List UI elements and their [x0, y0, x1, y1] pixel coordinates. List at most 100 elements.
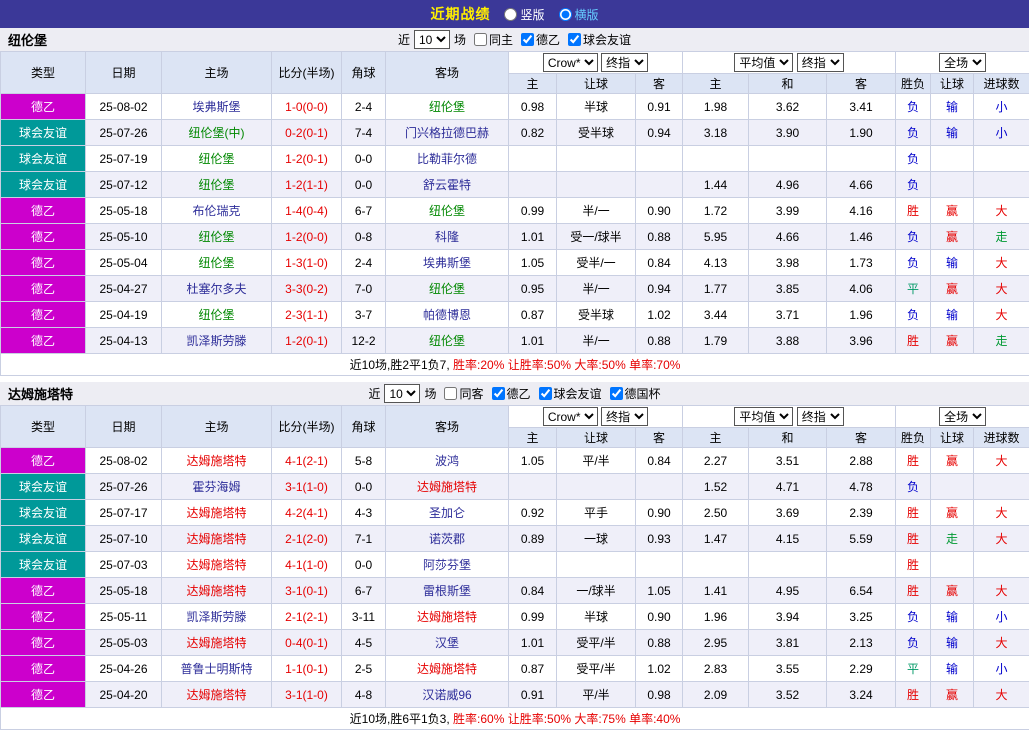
- home-team-link[interactable]: 达姆施塔特: [161, 681, 272, 708]
- home-team-link[interactable]: 纽伦堡: [161, 249, 272, 276]
- away-team-link[interactable]: 舒云霍特: [385, 171, 509, 198]
- away-team-link[interactable]: 纽伦堡: [385, 93, 509, 120]
- bookmaker-select[interactable]: Crow*: [542, 407, 598, 426]
- corner-count: 2-4: [341, 93, 386, 120]
- away-team-link[interactable]: 纽伦堡: [385, 327, 509, 354]
- same-home-checkbox[interactable]: [473, 33, 487, 46]
- score-halftime-link[interactable]: 3-1(1-0): [271, 681, 342, 708]
- home-team-link[interactable]: 纽伦堡: [161, 301, 272, 328]
- away-team-link[interactable]: 雷根斯堡: [385, 577, 509, 604]
- score-halftime-link[interactable]: 1-0(0-0): [271, 93, 342, 120]
- home-team-link[interactable]: 普鲁士明斯特: [161, 655, 272, 682]
- eu-index-select[interactable]: 终指: [796, 53, 844, 72]
- vertical-radio-input[interactable]: [504, 7, 518, 21]
- filter-league-de2[interactable]: 德乙: [488, 385, 531, 402]
- home-team-link[interactable]: 达姆施塔特: [161, 629, 272, 656]
- score-halftime-link[interactable]: 1-1(0-1): [271, 655, 342, 682]
- corner-count: 2-5: [341, 655, 386, 682]
- score-halftime-link[interactable]: 1-2(0-0): [271, 223, 342, 250]
- home-team-link[interactable]: 达姆施塔特: [161, 499, 272, 526]
- asia-index-select[interactable]: 终指: [601, 407, 649, 426]
- filter-league-de2[interactable]: 德乙: [517, 31, 560, 48]
- asia-index-select[interactable]: 终指: [601, 53, 649, 72]
- home-team-link[interactable]: 纽伦堡: [161, 171, 272, 198]
- club-friendly-checkbox[interactable]: [568, 33, 582, 46]
- score-halftime-link[interactable]: 2-3(1-1): [271, 301, 342, 328]
- scope-select[interactable]: 全场: [939, 407, 987, 426]
- match-date: 25-07-17: [85, 499, 162, 526]
- filter-club-friendly[interactable]: 球会友谊: [564, 31, 631, 48]
- eu-avg-select[interactable]: 平均值: [734, 407, 794, 426]
- away-team-link[interactable]: 纽伦堡: [385, 197, 509, 224]
- horizontal-radio-input[interactable]: [558, 7, 572, 21]
- filter-same-away[interactable]: 同客: [440, 385, 484, 402]
- home-team-link[interactable]: 埃弗斯堡: [161, 93, 272, 120]
- score-halftime-link[interactable]: 0-2(0-1): [271, 119, 342, 146]
- score-halftime-link[interactable]: 1-2(0-1): [271, 145, 342, 172]
- de2-checkbox[interactable]: [521, 33, 534, 46]
- home-team-link[interactable]: 凯泽斯劳滕: [161, 603, 272, 630]
- away-team-link[interactable]: 帕德博恩: [385, 301, 509, 328]
- layout-vertical-radio[interactable]: 竖版: [504, 6, 545, 23]
- away-team-link[interactable]: 达姆施塔特: [385, 655, 509, 682]
- bookmaker-select[interactable]: Crow*: [542, 53, 598, 72]
- score-halftime-link[interactable]: 1-2(0-1): [271, 327, 342, 354]
- away-team-link[interactable]: 波鸿: [385, 447, 509, 474]
- away-team-link[interactable]: 阿莎芬堡: [385, 551, 509, 578]
- home-team-link[interactable]: 杜塞尔多夫: [161, 275, 272, 302]
- score-halftime-link[interactable]: 2-1(2-1): [271, 603, 342, 630]
- home-team-link[interactable]: 达姆施塔特: [161, 551, 272, 578]
- score-halftime-link[interactable]: 3-1(0-1): [271, 577, 342, 604]
- eu-odds-draw: 4.96: [748, 171, 828, 198]
- away-team-link[interactable]: 汉诺威96: [385, 681, 509, 708]
- home-team-link[interactable]: 达姆施塔特: [161, 525, 272, 552]
- asia-handicap: 半/一: [556, 327, 636, 354]
- away-team-link[interactable]: 比勒菲尔德: [385, 145, 509, 172]
- scope-select[interactable]: 全场: [939, 53, 987, 72]
- filter-same-home[interactable]: 同主: [470, 31, 513, 48]
- match-date: 25-05-18: [85, 577, 162, 604]
- eu-odds-away: 3.24: [826, 681, 897, 708]
- home-team-link[interactable]: 霍芬海姆: [161, 473, 272, 500]
- german-cup-checkbox[interactable]: [609, 387, 623, 400]
- score-halftime-link[interactable]: 4-1(1-0): [271, 551, 342, 578]
- home-team-link[interactable]: 达姆施塔特: [161, 577, 272, 604]
- filter-club-friendly[interactable]: 球会友谊: [535, 385, 602, 402]
- home-team-link[interactable]: 达姆施塔特: [161, 447, 272, 474]
- corner-count: 7-0: [341, 275, 386, 302]
- same-away-checkbox[interactable]: [444, 387, 458, 400]
- away-team-link[interactable]: 埃弗斯堡: [385, 249, 509, 276]
- recent-count-select[interactable]: 10: [384, 384, 421, 403]
- away-team-link[interactable]: 达姆施塔特: [385, 603, 509, 630]
- filter-german-cup[interactable]: 德国杯: [606, 385, 661, 402]
- recent-count-select[interactable]: 10: [413, 30, 450, 49]
- de2-checkbox[interactable]: [491, 387, 505, 400]
- score-halftime-link[interactable]: 3-1(1-0): [271, 473, 342, 500]
- eu-odds-home: 2.27: [682, 447, 750, 474]
- home-team-link[interactable]: 纽伦堡: [161, 145, 272, 172]
- layout-horizontal-radio[interactable]: 横版: [558, 6, 599, 23]
- home-team-link[interactable]: 凯泽斯劳滕: [161, 327, 272, 354]
- away-team-link[interactable]: 科隆: [385, 223, 509, 250]
- score-halftime-link[interactable]: 3-3(0-2): [271, 275, 342, 302]
- away-team-link[interactable]: 圣加仑: [385, 499, 509, 526]
- club-friendly-checkbox[interactable]: [538, 387, 552, 400]
- home-team-link[interactable]: 纽伦堡: [161, 223, 272, 250]
- score-halftime-link[interactable]: 1-4(0-4): [271, 197, 342, 224]
- score-halftime-link[interactable]: 4-1(2-1): [271, 447, 342, 474]
- score-halftime-link[interactable]: 1-2(1-1): [271, 171, 342, 198]
- home-team-link[interactable]: 布伦瑞克: [161, 197, 272, 224]
- home-team-link[interactable]: 纽伦堡(中): [161, 119, 272, 146]
- eu-index-select[interactable]: 终指: [796, 407, 844, 426]
- score-halftime-link[interactable]: 2-1(2-0): [271, 525, 342, 552]
- away-team-link[interactable]: 达姆施塔特: [385, 473, 509, 500]
- eu-avg-select[interactable]: 平均值: [734, 53, 794, 72]
- away-team-link[interactable]: 纽伦堡: [385, 275, 509, 302]
- league-type-badge: 德乙: [0, 301, 86, 328]
- away-team-link[interactable]: 门兴格拉德巴赫: [385, 119, 509, 146]
- score-halftime-link[interactable]: 4-2(4-1): [271, 499, 342, 526]
- away-team-link[interactable]: 汉堡: [385, 629, 509, 656]
- away-team-link[interactable]: 诺茨郡: [385, 525, 509, 552]
- score-halftime-link[interactable]: 1-3(1-0): [271, 249, 342, 276]
- score-halftime-link[interactable]: 0-4(0-1): [271, 629, 342, 656]
